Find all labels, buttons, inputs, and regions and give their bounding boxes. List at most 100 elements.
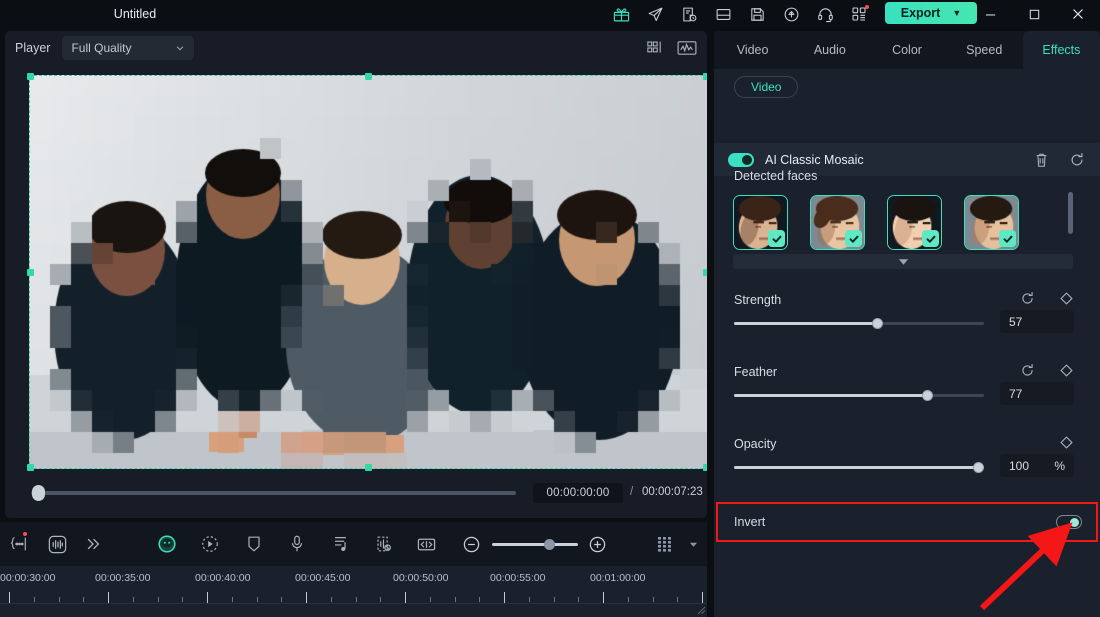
tab-audio[interactable]: Audio: [791, 31, 868, 69]
keyframe-icon[interactable]: [1058, 434, 1074, 450]
grid-dots-icon[interactable]: [652, 529, 680, 559]
tab-video[interactable]: Video: [714, 31, 791, 69]
ai-face-icon[interactable]: [153, 529, 181, 559]
player-header: Player Full Quality: [5, 31, 707, 65]
quality-value: Full Quality: [71, 41, 132, 55]
reset-icon[interactable]: [1068, 151, 1086, 169]
double-chevron-right-icon[interactable]: [80, 529, 108, 559]
caret-down-icon: [898, 258, 908, 265]
zoom-in-icon[interactable]: [584, 529, 612, 559]
ruler-tick: [356, 597, 357, 602]
ruler-tick: [455, 597, 456, 602]
quality-select[interactable]: Full Quality: [62, 36, 195, 60]
next-frame-button[interactable]: [61, 514, 91, 518]
arrows-horizontal-icon[interactable]: [413, 529, 441, 559]
mark-in-button[interactable]: {: [459, 514, 487, 518]
minimize-button[interactable]: [968, 0, 1012, 28]
close-button[interactable]: [1056, 0, 1100, 28]
ruler-tick: [653, 597, 654, 602]
reset-icon[interactable]: [1019, 362, 1035, 378]
faces-scrollbar[interactable]: [1068, 192, 1073, 234]
resize-grip-icon[interactable]: [696, 605, 706, 615]
stop-button[interactable]: [129, 514, 159, 518]
send-icon[interactable]: [638, 0, 672, 28]
panel-divider: [708, 31, 711, 617]
chevron-down-icon[interactable]: [549, 514, 577, 518]
properties-tabs: Video Audio Color Speed Effects: [714, 31, 1100, 69]
ruler-tick: [603, 592, 604, 603]
music-note-icon[interactable]: [326, 529, 354, 559]
video-preview[interactable]: [27, 73, 707, 471]
invert-row[interactable]: Invert: [716, 502, 1100, 542]
scrub-track[interactable]: [31, 491, 516, 495]
faces-expand-button[interactable]: [733, 254, 1073, 269]
ruler-tick: [281, 597, 282, 602]
reset-icon[interactable]: [1019, 290, 1035, 306]
monitor-icon[interactable]: [579, 514, 607, 518]
invert-toggle[interactable]: [1056, 515, 1082, 529]
marker-icon[interactable]: [519, 514, 547, 518]
feather-slider[interactable]: [734, 389, 984, 403]
export-button[interactable]: Export ▼: [885, 2, 977, 24]
apps-grid-icon[interactable]: [842, 0, 876, 28]
silence-icon[interactable]: [369, 529, 397, 559]
subtab-video[interactable]: Video: [734, 76, 799, 98]
mosaic-preview-canvas: [29, 75, 707, 469]
face-thumbnail-2[interactable]: [810, 195, 865, 250]
gift-icon[interactable]: [604, 0, 638, 28]
current-time-display[interactable]: 00:00:00:00: [533, 483, 623, 503]
face-checkbox-3[interactable]: [922, 230, 939, 247]
strength-slider[interactable]: [734, 317, 984, 331]
face-checkbox-1[interactable]: [768, 230, 785, 247]
mark-out-button[interactable]: }: [489, 514, 517, 518]
headset-icon[interactable]: [808, 0, 842, 28]
tab-color[interactable]: Color: [868, 31, 945, 69]
timeline-ruler[interactable]: 00:00:30:00 00:00:35:00 00:00:40:00 00:00:4…: [0, 566, 707, 617]
face-thumbnail-3[interactable]: [887, 195, 942, 250]
tab-effects[interactable]: Effects: [1022, 31, 1100, 69]
keyframe-icon[interactable]: [1058, 362, 1074, 378]
dots-bracket-icon[interactable]: [5, 529, 33, 559]
effect-enable-toggle[interactable]: [728, 152, 754, 167]
save-icon[interactable]: [740, 0, 774, 28]
layout-icon[interactable]: [706, 0, 740, 28]
expand-icon[interactable]: [669, 514, 697, 518]
playhead-scrubber[interactable]: 00:00:00:00 / 00:00:07:23: [5, 479, 707, 507]
ruler-label: 00:00:55:00: [490, 572, 546, 584]
sparkle-circle-icon[interactable]: [196, 529, 224, 559]
prev-frame-button[interactable]: [27, 514, 57, 518]
player-tool-group: { }: [459, 514, 697, 518]
ruler-tick: [554, 597, 555, 602]
camera-icon[interactable]: [609, 514, 637, 518]
strength-value[interactable]: 57: [1000, 310, 1074, 333]
speaker-icon[interactable]: [639, 514, 667, 518]
cloud-upload-icon[interactable]: [774, 0, 808, 28]
compare-grid-icon[interactable]: [643, 36, 667, 60]
ruler-tick: [504, 592, 505, 603]
ruler-tick: [529, 597, 530, 602]
time-separator: /: [630, 486, 634, 498]
notes-icon[interactable]: [672, 0, 706, 28]
feather-value[interactable]: 77: [1000, 382, 1074, 405]
zoom-out-icon[interactable]: [458, 529, 486, 559]
maximize-button[interactable]: [1012, 0, 1056, 28]
timeline-zoom-slider[interactable]: [491, 538, 579, 550]
scrub-handle[interactable]: [32, 485, 45, 501]
shield-icon[interactable]: [240, 529, 268, 559]
caret-down-icon[interactable]: [679, 529, 707, 559]
opacity-value[interactable]: 100 %: [1000, 454, 1074, 477]
face-thumbnail-4[interactable]: [964, 195, 1019, 250]
waveform-box-icon[interactable]: [43, 529, 71, 559]
face-checkbox-2[interactable]: [845, 230, 862, 247]
trash-icon[interactable]: [1032, 151, 1050, 169]
chevron-down-icon: ▼: [952, 8, 962, 18]
keyframe-icon[interactable]: [1058, 290, 1074, 306]
microphone-icon[interactable]: [283, 529, 311, 559]
face-checkbox-4[interactable]: [999, 230, 1016, 247]
tab-speed[interactable]: Speed: [946, 31, 1023, 69]
play-button[interactable]: [95, 514, 125, 518]
audio-waveform-icon[interactable]: [675, 36, 699, 60]
face-thumbnail-1[interactable]: [733, 195, 788, 250]
zoom-slider-handle[interactable]: [543, 538, 555, 550]
opacity-slider[interactable]: [734, 461, 984, 475]
